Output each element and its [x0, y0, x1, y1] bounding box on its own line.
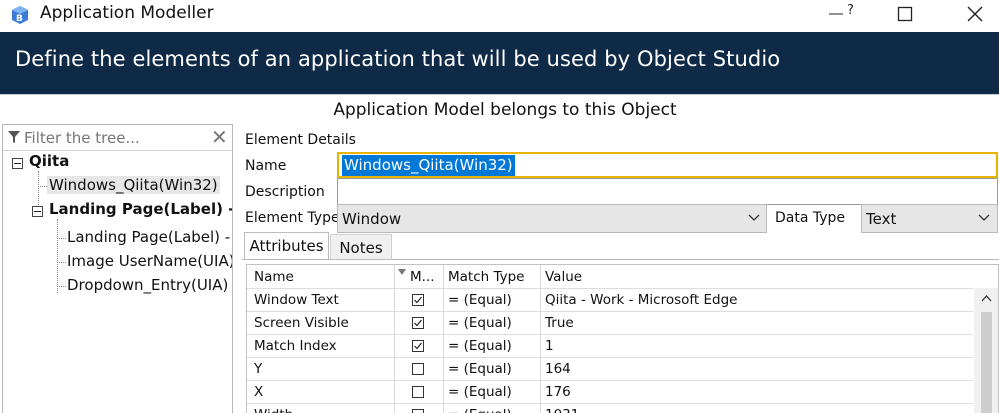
minimize-icon: ? — [829, 4, 854, 18]
attributes-grid: Name M... Match Type Value Window Text = … — [246, 264, 999, 413]
attribute-value: 176 — [545, 384, 571, 400]
description-field[interactable] — [337, 178, 998, 205]
attribute-match-type: = (Equal) — [448, 361, 512, 377]
collapse-toggle-root[interactable] — [12, 158, 23, 169]
maximize-icon — [897, 6, 913, 22]
match-checkbox[interactable] — [412, 409, 424, 413]
attributes-scrollbar[interactable] — [974, 288, 998, 413]
sort-indicator-icon — [398, 269, 406, 275]
attributes-header: Name M... Match Type Value — [247, 265, 977, 288]
data-type-dropdown[interactable]: Text — [861, 204, 998, 233]
attribute-match-type: = (Equal) — [448, 338, 512, 354]
match-checkbox[interactable] — [412, 386, 424, 398]
table-row[interactable]: Screen Visible = (Equal) True — [247, 311, 973, 334]
tree-connector — [57, 262, 66, 263]
scrollbar-thumb[interactable] — [981, 312, 992, 413]
clear-filter-icon[interactable]: ✕ — [211, 126, 228, 148]
tree-item-image-username[interactable]: Image UserName(UIA) — [67, 252, 232, 270]
collapse-toggle-landing-page[interactable] — [32, 206, 43, 217]
chevron-down-icon — [748, 214, 760, 221]
column-header-value[interactable]: Value — [545, 269, 582, 285]
tab-notes[interactable]: Notes — [330, 234, 392, 260]
tree-connector — [57, 219, 58, 293]
tree-connector — [38, 186, 47, 187]
element-tree: ✕ Qiita Windows_Qiita(Win32) Landing Pag… — [2, 124, 233, 413]
attribute-match-type: = (Equal) — [448, 407, 512, 413]
match-checkbox[interactable] — [412, 363, 424, 375]
attribute-value: Qiita - Work - Microsoft Edge — [545, 292, 738, 308]
data-type-label: Data Type — [775, 210, 846, 226]
close-icon — [967, 6, 983, 22]
attribute-name: Screen Visible — [254, 315, 349, 331]
svg-text:?: ? — [847, 4, 854, 18]
banner-text: Define the elements of an application th… — [15, 47, 781, 71]
checkmark-icon — [414, 296, 422, 304]
element-type-value: Window — [342, 210, 402, 228]
attribute-name: Y — [254, 361, 263, 377]
checkmark-icon — [414, 319, 422, 327]
checkmark-icon — [414, 342, 422, 350]
close-button[interactable] — [952, 0, 998, 28]
attribute-match-type: = (Equal) — [448, 315, 512, 331]
column-header-name[interactable]: Name — [254, 269, 294, 285]
object-bar-text: Application Model belongs to this Object — [333, 100, 677, 120]
table-row[interactable]: X = (Equal) 176 — [247, 380, 973, 403]
attribute-name: Width — [254, 407, 293, 413]
attribute-value: True — [545, 315, 574, 331]
tab-attributes[interactable]: Attributes — [244, 232, 329, 260]
window-title: Application Modeller — [40, 3, 214, 23]
tree-item-dropdown-entry[interactable]: Dropdown_Entry(UIA) — [67, 276, 228, 294]
scroll-up-icon[interactable] — [981, 294, 992, 302]
maximize-button[interactable] — [882, 0, 928, 28]
name-label: Name — [245, 158, 287, 174]
attribute-value: 164 — [545, 361, 571, 377]
tab-divider — [242, 259, 999, 260]
attribute-name: Match Index — [254, 338, 337, 354]
attribute-match-type: = (Equal) — [448, 292, 512, 308]
description-input[interactable] — [338, 179, 997, 204]
description-label: Description — [245, 184, 325, 200]
attribute-value: 1031 — [545, 407, 579, 413]
tree-item-landing-page-group[interactable]: Landing Page(Label) - C — [49, 200, 232, 218]
funnel-icon — [8, 131, 20, 143]
title-bar: B Application Modeller ? — [0, 0, 999, 32]
tree-item-landing-page-label[interactable]: Landing Page(Label) - — [67, 228, 230, 246]
column-header-match-type[interactable]: Match Type — [448, 269, 525, 285]
table-row[interactable]: Window Text = (Equal) Qiita - Work - Micro… — [247, 288, 973, 311]
element-details-heading: Element Details — [245, 132, 356, 148]
attribute-match-type: = (Equal) — [448, 384, 512, 400]
tree-connector — [57, 286, 66, 287]
tree-filter: ✕ — [3, 125, 232, 151]
chevron-down-icon — [978, 214, 990, 221]
match-checkbox[interactable] — [412, 340, 424, 352]
data-type-value: Text — [866, 210, 897, 228]
tree-filter-input[interactable] — [24, 127, 209, 149]
object-bar: Application Model belongs to this Object — [0, 94, 999, 124]
element-type-dropdown[interactable]: Window — [337, 204, 767, 233]
match-checkbox[interactable] — [412, 317, 424, 329]
table-row[interactable]: Width = (Equal) 1031 — [247, 403, 973, 413]
name-field[interactable]: Windows_Qiita(Win32) — [337, 152, 998, 178]
column-header-match[interactable]: M... — [410, 269, 435, 285]
header-banner: Define the elements of an application th… — [0, 32, 999, 94]
element-type-label: Element Type — [245, 210, 340, 226]
tree-item-windows-qiita[interactable]: Windows_Qiita(Win32) — [47, 176, 220, 194]
table-row[interactable]: Match Index = (Equal) 1 — [247, 334, 973, 357]
minimize-button[interactable]: ? — [818, 0, 864, 28]
attribute-name: X — [254, 384, 264, 400]
app-modeller-icon: B — [12, 6, 28, 24]
match-checkbox[interactable] — [412, 294, 424, 306]
table-row[interactable]: Y = (Equal) 164 — [247, 357, 973, 380]
element-details-panel: Element Details Name Windows_Qiita(Win32… — [234, 124, 999, 413]
tree-root-qiita[interactable]: Qiita — [29, 152, 69, 170]
attribute-name: Window Text — [254, 292, 339, 308]
attribute-value: 1 — [545, 338, 554, 354]
name-field-value: Windows_Qiita(Win32) — [342, 155, 515, 176]
svg-text:B: B — [16, 14, 23, 24]
tree-connector — [57, 238, 66, 239]
